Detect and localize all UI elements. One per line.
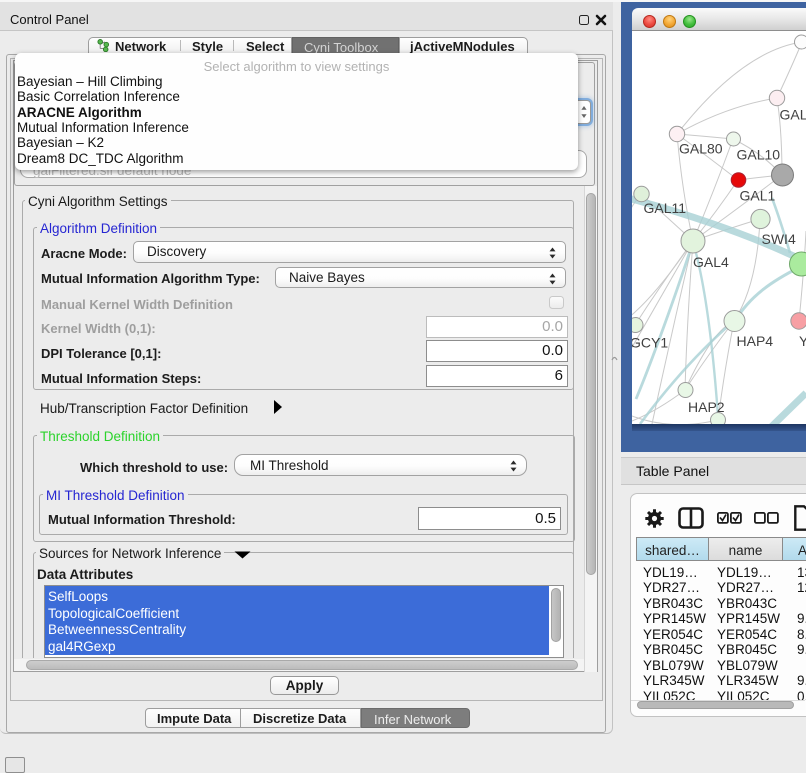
svg-text:GCY1: GCY1 [632, 335, 668, 351]
svg-text:GAL4: GAL4 [693, 254, 729, 270]
svg-text:HAP4: HAP4 [737, 333, 774, 349]
svg-text:GAL1: GAL1 [740, 188, 776, 204]
svg-text:GAL10: GAL10 [737, 147, 781, 163]
svg-text:HAP2: HAP2 [688, 399, 725, 415]
svg-text:SWI4: SWI4 [762, 231, 796, 247]
svg-text:GAL80: GAL80 [679, 141, 723, 157]
svg-text:Y: Y [799, 333, 806, 349]
svg-text:GAL11: GAL11 [644, 200, 687, 216]
svg-text:GAL7: GAL7 [780, 107, 806, 123]
